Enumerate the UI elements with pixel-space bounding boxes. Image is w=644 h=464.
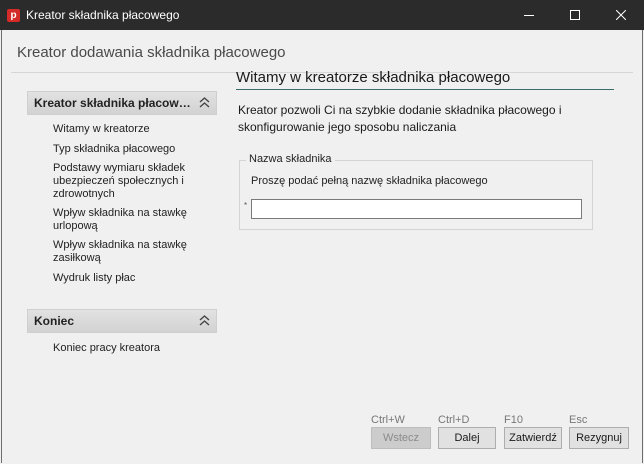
close-icon — [616, 10, 626, 20]
wizard-window: Kreator dodawania składnika płacowego Kr… — [1, 30, 643, 463]
sidebar-item-contributions[interactable]: Podstawy wymiaru składek ubezpieczeń spo… — [53, 162, 213, 201]
sidebar-section-wizard[interactable]: Kreator składnika płacowego — [27, 91, 217, 115]
collapse-icon — [199, 97, 210, 108]
maximize-icon — [570, 10, 580, 20]
name-field-hint: Proszę podać pełną nazwę składnika płaco… — [251, 175, 488, 187]
next-shortcut: Ctrl+D — [438, 414, 470, 426]
sidebar-item-welcome[interactable]: Witamy w kreatorze — [53, 123, 213, 136]
name-group-legend: Nazwa składnika — [246, 153, 335, 165]
required-marker: * — [244, 201, 248, 210]
back-shortcut: Ctrl+W — [371, 414, 405, 426]
sidebar-item-benefit-rate[interactable]: Wpływ składnika na stawkę zasiłkową — [53, 239, 213, 265]
sidebar-item-type[interactable]: Typ składnika płacowego — [53, 143, 213, 156]
maximize-button[interactable] — [552, 0, 598, 30]
sidebar-section-end[interactable]: Koniec — [27, 309, 217, 333]
sidebar-item-vacation-rate[interactable]: Wpływ składnika na stawkę urlopową — [53, 207, 213, 233]
name-group — [239, 160, 593, 230]
wizard-description: Kreator pozwoli Ci na szybkie dodanie sk… — [238, 103, 562, 134]
title-divider — [236, 89, 614, 90]
close-button[interactable] — [598, 0, 644, 30]
next-button[interactable]: Dalej — [438, 427, 496, 449]
sidebar-section-title: Kreator składnika płacowego — [34, 96, 194, 110]
collapse-icon — [199, 315, 210, 326]
sidebar-section-title: Koniec — [34, 314, 75, 328]
confirm-shortcut: F10 — [504, 414, 523, 426]
sidebar-item-payroll-print[interactable]: Wydruk listy płac — [53, 272, 213, 285]
back-button[interactable]: Wstecz — [371, 427, 431, 449]
page-title: Witamy w kreatorze składnika płacowego — [236, 69, 511, 86]
wizard-header: Kreator dodawania składnika płacowego — [17, 44, 286, 61]
cancel-shortcut: Esc — [569, 414, 588, 426]
window-title: Kreator składnika płacowego — [26, 8, 180, 22]
minimize-button[interactable] — [506, 0, 552, 30]
confirm-button[interactable]: Zatwierdź — [504, 427, 562, 449]
minimize-icon — [524, 15, 534, 16]
app-icon: p — [7, 9, 20, 22]
title-bar: p Kreator składnika płacowego — [0, 0, 644, 30]
sidebar-item-finish[interactable]: Koniec pracy kreatora — [53, 342, 213, 355]
cancel-button[interactable]: Rezygnuj — [569, 427, 629, 449]
component-name-input[interactable] — [251, 199, 582, 219]
